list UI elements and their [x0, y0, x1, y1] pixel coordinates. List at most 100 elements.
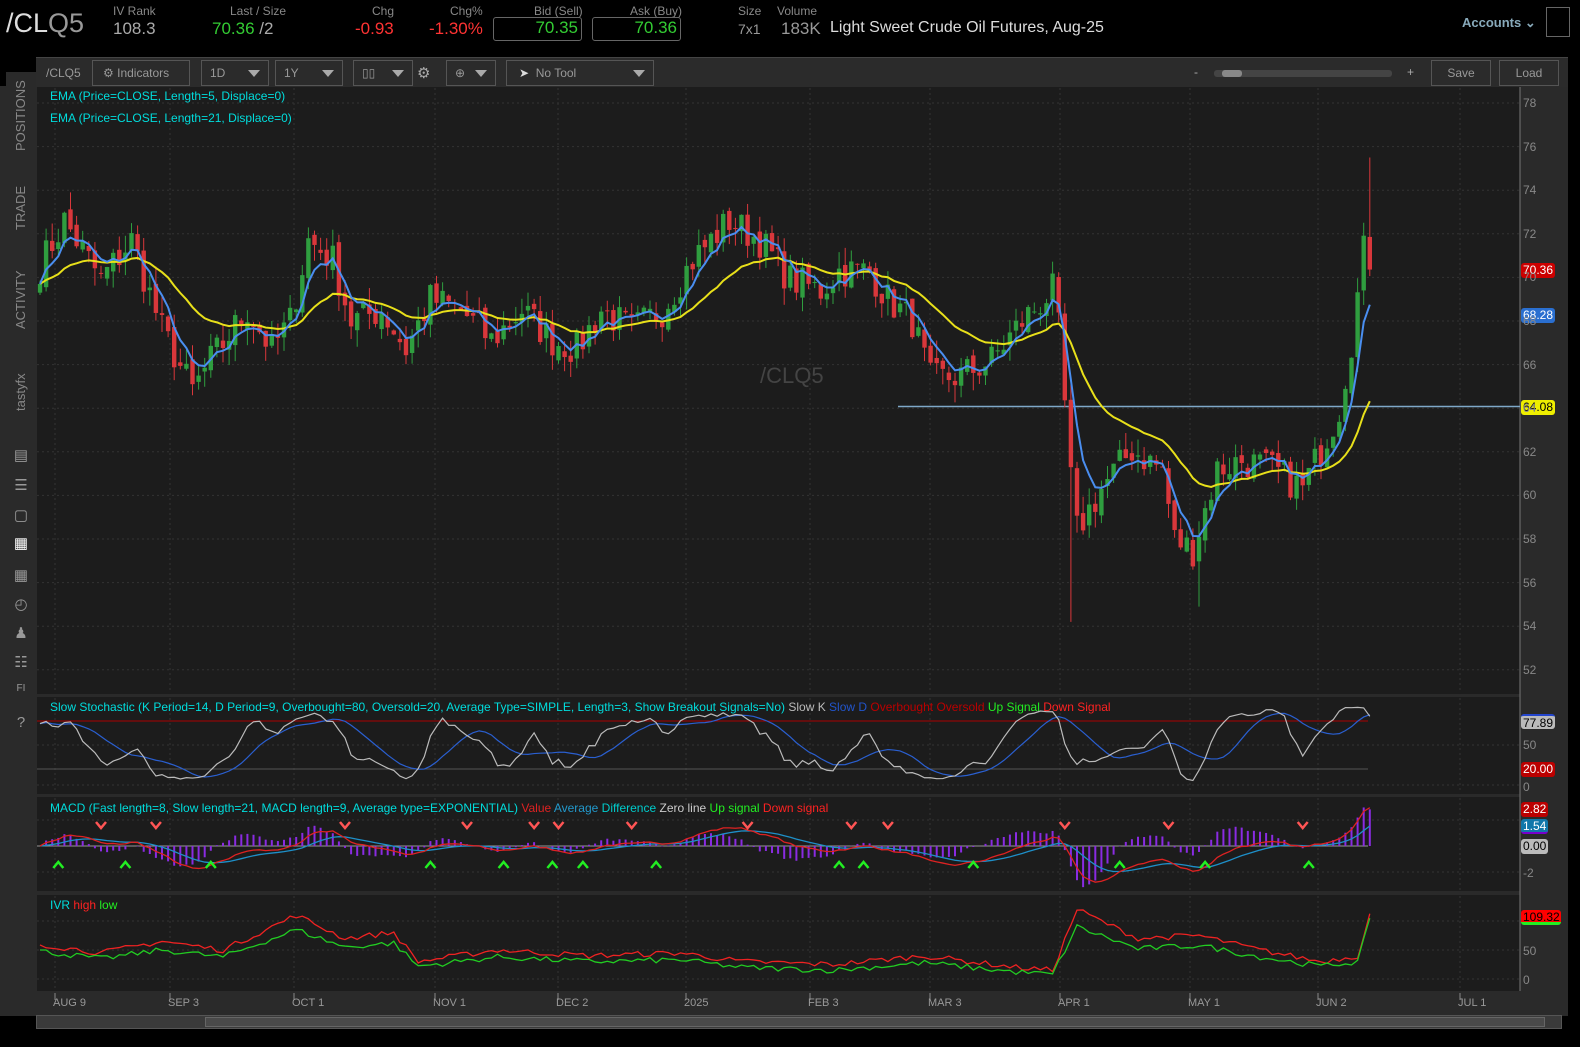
candle-body: [56, 242, 61, 250]
scrollbar-thumb[interactable]: [205, 1017, 1545, 1027]
bid-button[interactable]: 70.35: [493, 17, 582, 41]
candle-body: [470, 313, 476, 316]
price-tick-label: 54: [1523, 619, 1537, 634]
calendar-icon[interactable]: ☷: [10, 653, 32, 673]
candle-body: [397, 338, 403, 343]
x-tick-label: SEP 3: [168, 997, 199, 1009]
candle-body: [62, 212, 67, 244]
horizontal-scrollbar[interactable]: [36, 1015, 1562, 1029]
macd-zero-tag: 0.00: [1521, 839, 1549, 854]
zoom-slider-handle[interactable]: [1222, 70, 1242, 77]
macd-axis-neg2: -2: [1523, 866, 1534, 880]
candle-body: [995, 350, 1000, 352]
candle-body: [1294, 475, 1299, 499]
price-tick-label: 78: [1523, 96, 1537, 110]
load-button[interactable]: Load: [1499, 60, 1559, 86]
candle-body: [165, 316, 171, 332]
gear-icon[interactable]: ⚙: [417, 64, 430, 82]
candle-body: [910, 298, 915, 338]
drawing-tool-select[interactable]: ➤ No Tool: [506, 60, 654, 86]
ivr-axis-50: 50: [1523, 944, 1537, 958]
clock-icon[interactable]: ◴: [10, 595, 32, 615]
sidebar-tab-positions[interactable]: POSITIONS: [6, 72, 36, 160]
candle-body: [416, 320, 421, 331]
candle-body: [1093, 503, 1098, 512]
chart-type-select[interactable]: ▯▯: [353, 60, 413, 86]
candle-body: [1038, 313, 1043, 315]
candle-body: [946, 372, 952, 381]
sidebar-tab-activity[interactable]: ACTIVITY: [6, 256, 36, 344]
save-button[interactable]: Save: [1431, 60, 1491, 86]
candle-body: [1300, 473, 1305, 486]
stoch-axis-0: 0: [1523, 780, 1530, 794]
candle-body: [934, 357, 939, 364]
candle-body: [538, 311, 543, 342]
chart-icon[interactable]: ▦: [6, 534, 36, 560]
symbol-title: /CLQ5: [6, 8, 85, 38]
candle-body: [971, 355, 976, 373]
interval-select[interactable]: 1D: [201, 60, 269, 86]
candle-body: [1221, 464, 1226, 475]
zoom-out-button[interactable]: -: [1194, 65, 1198, 79]
candle-body: [294, 309, 299, 313]
candle-body: [1239, 455, 1244, 463]
price-tick-label: 74: [1523, 183, 1537, 198]
help-icon[interactable]: ?: [10, 714, 32, 734]
candle-body: [702, 239, 708, 248]
candle-body: [1190, 539, 1196, 567]
candle-body: [525, 305, 531, 311]
chart-canvas[interactable]: [0, 0, 1568, 1047]
indicators-button[interactable]: ⚙ Indicators: [92, 60, 190, 86]
ask-button[interactable]: 70.36: [592, 17, 681, 41]
range-select[interactable]: 1Y: [275, 60, 343, 86]
price-tick-label: 66: [1523, 357, 1537, 372]
candle-body: [1135, 455, 1141, 457]
candle-body: [940, 360, 945, 369]
candle-body: [220, 340, 226, 348]
candle-body: [1074, 468, 1080, 516]
size-value: 7x1: [738, 21, 761, 37]
candle-body: [1331, 436, 1336, 448]
candle-body: [196, 375, 201, 382]
candle-body: [763, 233, 769, 257]
candle-body: [1117, 449, 1122, 461]
tv-icon[interactable]: ▢: [10, 506, 32, 526]
candle-body: [147, 287, 152, 291]
zoom-in-button[interactable]: +: [1407, 65, 1414, 79]
candlestick-icon: ▯▯: [362, 66, 376, 80]
fi-icon[interactable]: FI: [10, 683, 32, 703]
candle-body: [1172, 500, 1177, 531]
news-icon[interactable]: ▤: [10, 446, 32, 466]
ema21-label: EMA (Price=CLOSE, Length=21, Displace=0): [50, 111, 292, 125]
candle-body: [690, 263, 695, 270]
zoom-slider[interactable]: [1214, 70, 1392, 77]
candle-body: [318, 249, 323, 253]
candle-body: [1355, 292, 1360, 358]
candle-body: [623, 310, 628, 313]
list-icon[interactable]: ☰: [10, 476, 32, 496]
candle-body: [489, 333, 494, 339]
community-icon[interactable]: ♟: [10, 624, 32, 644]
candle-body: [1227, 474, 1232, 480]
price-tick-label: 56: [1523, 575, 1537, 590]
drawing-style-select[interactable]: ⊕: [446, 60, 496, 86]
accounts-menu[interactable]: Accounts ⌄: [1462, 15, 1536, 31]
sidebar-tab-tastyfx[interactable]: tastyfx: [6, 348, 36, 436]
price-tick-label: 64: [1523, 401, 1537, 416]
candle-body: [1129, 453, 1135, 461]
candle-body: [1257, 454, 1263, 460]
candle-body: [104, 266, 110, 279]
ask-label: Ask (Buy): [630, 4, 683, 18]
last-size-label: Last / Size: [230, 4, 287, 18]
grid-icon[interactable]: ▦: [10, 566, 32, 586]
candle-body: [812, 282, 817, 284]
candle-body: [1196, 536, 1202, 562]
sidebar-tab-trade[interactable]: TRADE: [6, 164, 36, 252]
candle-body: [745, 214, 750, 246]
candle-body: [159, 313, 165, 315]
x-tick-label: JUN 2: [1316, 997, 1347, 1009]
panel-toggle-button[interactable]: [1546, 7, 1570, 37]
candle-body: [824, 293, 830, 300]
stoch-axis-50: 50: [1523, 738, 1537, 752]
candle-body: [550, 323, 555, 356]
